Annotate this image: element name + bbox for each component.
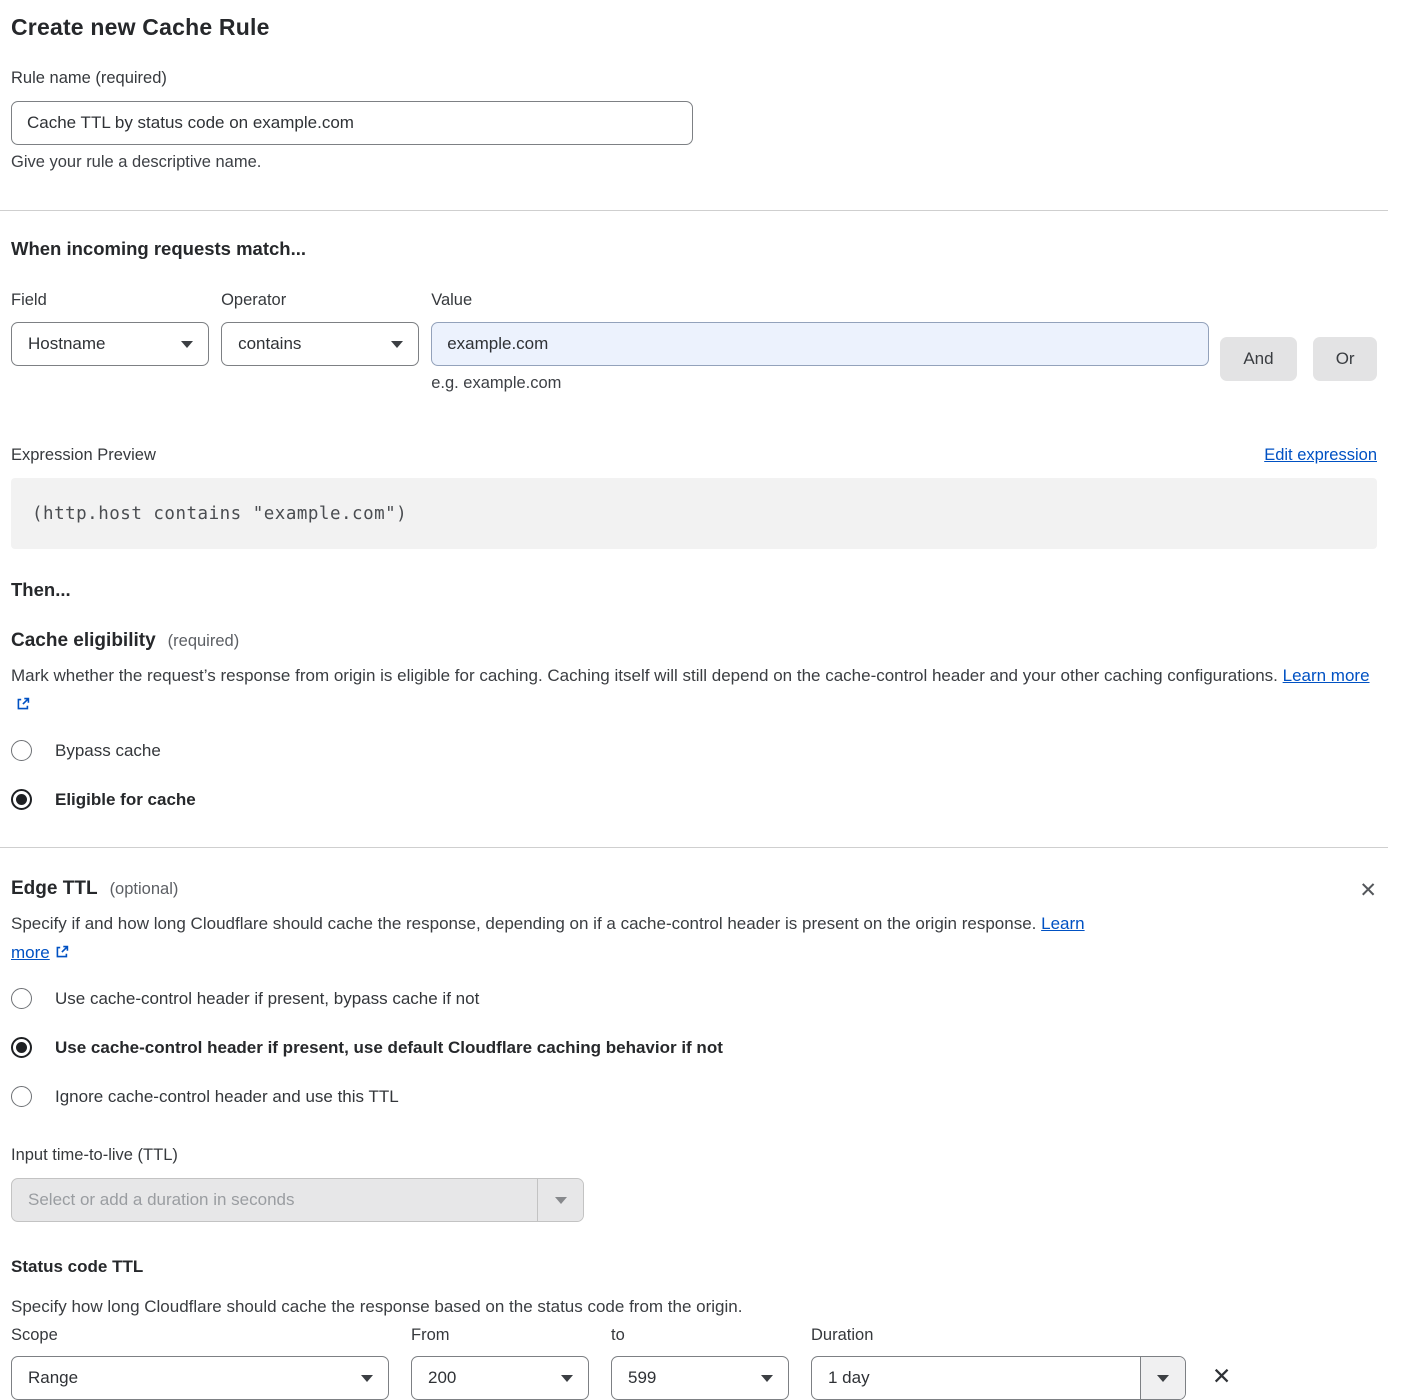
ttl-select-dropdown-button[interactable] [537,1179,583,1221]
status-code-ttl-heading: Status code TTL [11,1257,1377,1277]
radio-option-bypass-if-absent[interactable]: Use cache-control header if present, byp… [11,988,1377,1009]
radio-button-icon[interactable] [11,988,32,1009]
value-label: Value [431,291,1208,310]
external-link-icon [15,696,31,712]
chevron-down-icon [555,1197,567,1204]
expression-preview-label: Expression Preview [11,446,156,465]
operator-select-value: contains [238,334,301,354]
scope-select-value: Range [28,1368,78,1388]
cache-eligibility-options: Bypass cache Eligible for cache [11,740,1377,810]
optional-tag: (optional) [110,880,179,899]
create-cache-rule-form: Create new Cache Rule Rule name (require… [0,0,1412,1400]
duration-label: Duration [811,1326,1186,1345]
match-heading: When incoming requests match... [11,238,1377,260]
match-condition-row: Field Hostname Operator contains Value e… [11,291,1377,393]
scope-label: Scope [11,1326,389,1345]
to-label: to [611,1326,789,1345]
cache-eligibility-header: Cache eligibility (required) [11,630,1377,652]
external-link-icon [54,944,70,960]
required-tag: (required) [168,632,240,651]
expression-header: Expression Preview Edit expression [11,446,1377,465]
radio-option-ignore-header[interactable]: Ignore cache-control header and use this… [11,1086,1377,1107]
radio-label: Use cache-control header if present, byp… [55,989,479,1009]
chevron-down-icon [181,341,193,348]
operator-label: Operator [221,291,419,310]
expression-code-block: (http.host contains "example.com") [11,478,1377,549]
expression-code: (http.host contains "example.com") [32,504,407,524]
radio-button-icon[interactable] [11,789,32,810]
status-code-ttl-description: Specify how long Cloudflare should cache… [11,1297,1377,1317]
rule-name-group: Rule name (required) Give your rule a de… [11,69,1377,172]
radio-label: Use cache-control header if present, use… [55,1038,723,1058]
field-label: Field [11,291,209,310]
page-title: Create new Cache Rule [11,14,1377,41]
to-select[interactable]: 599 [611,1356,789,1400]
edge-ttl-options: Use cache-control header if present, byp… [11,988,1377,1107]
radio-button-icon[interactable] [11,740,32,761]
radio-label: Ignore cache-control header and use this… [55,1087,399,1107]
from-select-value: 200 [428,1368,456,1388]
edit-expression-link[interactable]: Edit expression [1264,446,1377,465]
duration-select[interactable]: 1 day [811,1356,1186,1400]
and-button[interactable]: And [1220,337,1298,381]
ttl-input-group: Input time-to-live (TTL) Select or add a… [11,1146,1377,1222]
then-heading: Then... [11,579,1377,601]
cache-eligibility-heading: Cache eligibility [11,630,156,652]
radio-button-icon[interactable] [11,1037,32,1058]
radio-option-eligible-for-cache[interactable]: Eligible for cache [11,789,1377,810]
edge-ttl-heading: Edge TTL [11,878,98,900]
edge-ttl-header: Edge TTL (optional) ✕ [11,877,1377,900]
cache-eligibility-description: Mark whether the request’s response from… [11,661,1377,719]
operator-select[interactable]: contains [221,322,419,366]
radio-option-bypass-cache[interactable]: Bypass cache [11,740,1377,761]
status-code-ttl-row: Scope Range From 200 to 599 Duration 1 d… [11,1326,1377,1400]
to-select-value: 599 [628,1368,656,1388]
radio-label: Eligible for cache [55,790,196,810]
radio-option-default-behavior[interactable]: Use cache-control header if present, use… [11,1037,1377,1058]
rule-name-label: Rule name (required) [11,69,1377,88]
or-button[interactable]: Or [1313,337,1377,381]
close-icon[interactable]: ✕ [1359,880,1377,901]
radio-button-icon[interactable] [11,1086,32,1107]
rule-name-help: Give your rule a descriptive name. [11,153,1377,172]
edge-ttl-description: Specify if and how long Cloudflare shoul… [11,909,1116,967]
section-divider [0,847,1388,848]
field-select[interactable]: Hostname [11,322,209,366]
from-select[interactable]: 200 [411,1356,589,1400]
value-input[interactable] [431,322,1208,366]
section-divider [0,210,1388,211]
from-label: From [411,1326,589,1345]
learn-more-link[interactable]: Learn more [1283,666,1370,685]
ttl-select[interactable]: Select or add a duration in seconds [11,1178,584,1222]
rule-name-input[interactable] [11,101,693,145]
scope-select[interactable]: Range [11,1356,389,1400]
duration-select-dropdown-button[interactable] [1140,1357,1185,1399]
duration-select-value: 1 day [812,1357,1140,1399]
radio-label: Bypass cache [55,741,161,761]
chevron-down-icon [391,341,403,348]
remove-rule-icon[interactable]: ✕ [1212,1365,1231,1388]
value-help: e.g. example.com [431,374,1208,393]
ttl-label: Input time-to-live (TTL) [11,1146,1377,1165]
edge-ttl-description-text: Specify if and how long Cloudflare shoul… [11,914,1036,933]
field-select-value: Hostname [28,334,105,354]
ttl-select-placeholder: Select or add a duration in seconds [12,1179,537,1221]
cache-eligibility-description-text: Mark whether the request’s response from… [11,666,1278,685]
